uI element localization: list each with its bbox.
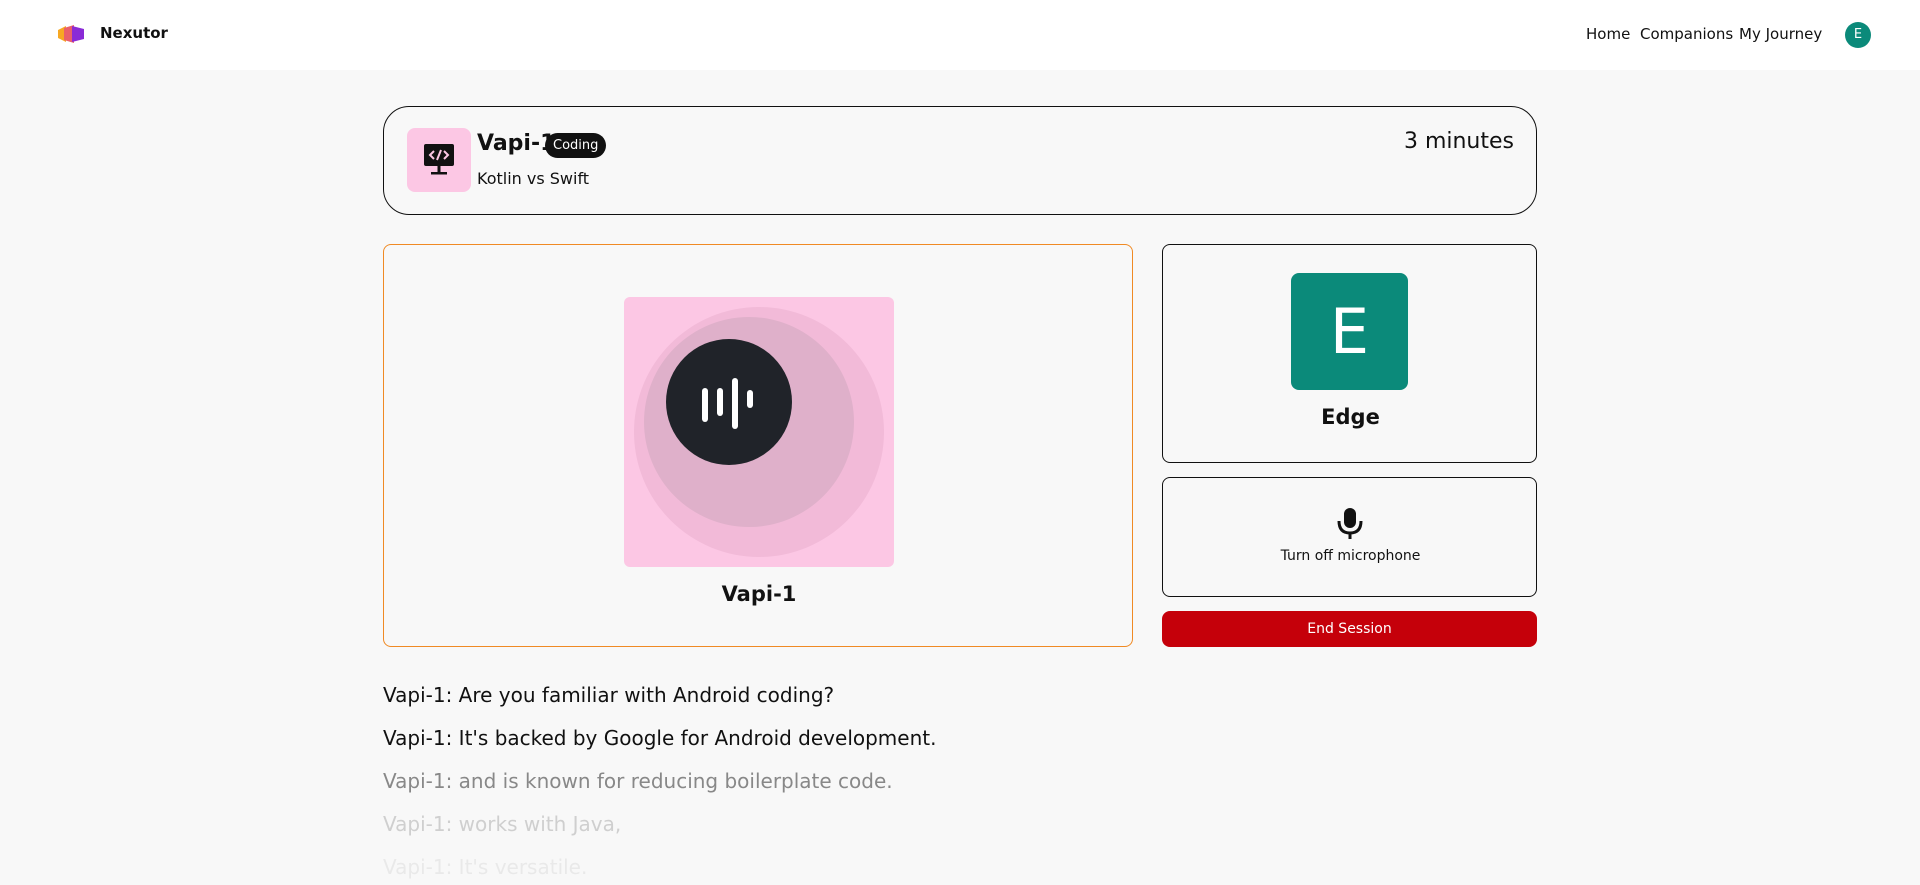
companion-name: Vapi-1 <box>477 131 556 156</box>
soundwave-icon <box>702 378 753 429</box>
microphone-icon <box>1337 508 1363 539</box>
microphone-toggle-label: Turn off microphone <box>1280 548 1421 564</box>
session-duration: 3 minutes <box>1403 129 1514 154</box>
end-session-button[interactable]: End Session <box>1162 611 1537 647</box>
session-topic: Kotlin vs Swift <box>477 169 590 188</box>
companion-avatar <box>624 297 894 567</box>
subject-icon-tile <box>407 128 471 192</box>
transcript-line: Vapi-1: and is known for reducing boiler… <box>383 769 893 793</box>
microphone-toggle-button[interactable]: Turn off microphone <box>1162 477 1537 597</box>
logo-icon[interactable] <box>56 24 86 44</box>
companion-label: Vapi-1 <box>721 582 797 606</box>
brand-name[interactable]: Nexutor <box>100 24 168 42</box>
navbar: Nexutor Home Companions My Journey E <box>0 0 1920 70</box>
subject-badge: Coding <box>545 133 607 158</box>
nav-link-home[interactable]: Home <box>1586 25 1630 43</box>
transcript-line: Vapi-1: It's backed by Google for Androi… <box>383 726 937 750</box>
nav-link-companions[interactable]: Companions <box>1640 25 1733 43</box>
transcript-line: Vapi-1: Are you familiar with Android co… <box>383 683 835 707</box>
user-avatar-button[interactable]: E <box>1845 22 1871 48</box>
user-card: E Edge <box>1162 244 1537 463</box>
user-name: Edge <box>1321 405 1380 429</box>
session-header-card: Vapi-1 Coding Kotlin vs Swift 3 minutes <box>383 106 1537 215</box>
transcript-line: Vapi-1: works with Java, <box>383 812 622 836</box>
companion-card: Vapi-1 <box>383 244 1133 647</box>
transcript-line: Vapi-1: It's versatile. <box>383 855 588 879</box>
user-avatar: E <box>1291 273 1408 390</box>
nav-link-my-journey[interactable]: My Journey <box>1739 25 1822 43</box>
code-monitor-icon <box>424 144 454 175</box>
voice-indicator <box>666 339 792 465</box>
